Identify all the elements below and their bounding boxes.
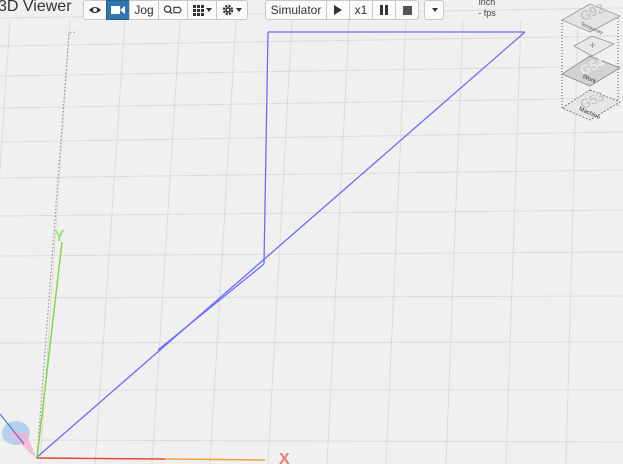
g92-layer[interactable]: G92 Temporary <box>561 0 621 36</box>
video-camera-icon <box>111 6 125 14</box>
stop-icon <box>402 5 412 15</box>
simulator-toolbar: Simulator x1 <box>265 0 419 20</box>
grid-icon <box>192 4 204 16</box>
viewport-3d[interactable]: Y X <box>0 0 623 464</box>
x-axis-tail <box>164 458 266 461</box>
units-label: inch <box>478 0 496 7</box>
fps-label: - fps <box>478 8 496 18</box>
viewer-title: 3D Viewer <box>0 0 72 15</box>
jog-button[interactable]: Jog <box>129 0 159 20</box>
g54-layer[interactable]: G54 Work <box>561 54 621 87</box>
settings-menu-button[interactable] <box>216 0 248 20</box>
tool-cone <box>0 413 36 458</box>
machine-limits-outline <box>36 31 77 459</box>
chevron-down-icon <box>236 8 242 12</box>
gear-icon <box>222 4 234 16</box>
grid <box>0 7 623 464</box>
chevron-down-icon <box>432 8 438 12</box>
g53-layer[interactable]: G53 Machine <box>561 88 621 121</box>
pause-icon <box>380 5 388 15</box>
status-readout: inch - fps <box>470 0 504 19</box>
stop-button[interactable] <box>395 0 419 20</box>
grid-menu-button[interactable] <box>187 0 217 20</box>
simulator-button[interactable]: Simulator <box>265 0 327 20</box>
play-icon <box>334 5 342 15</box>
view-visibility-button[interactable] <box>83 0 107 20</box>
view-toolbar: Jog <box>83 0 248 20</box>
probe-icon <box>163 5 182 15</box>
x-axis <box>36 457 166 460</box>
speed-button[interactable]: x1 <box>349 0 373 20</box>
pause-button[interactable] <box>372 0 396 20</box>
y-axis <box>36 241 63 459</box>
simulator-more-button[interactable] <box>424 0 444 20</box>
y-axis-label: Y <box>54 228 65 245</box>
offset-plus-label: + <box>589 38 596 52</box>
coordinate-system-stack: G92 Temporary + G54 Work G53 Machine <box>561 0 621 121</box>
x-axis-label: X <box>279 451 290 464</box>
play-button[interactable] <box>326 0 350 20</box>
camera-button[interactable] <box>106 0 130 20</box>
probe-button[interactable] <box>158 0 188 20</box>
chevron-down-icon <box>205 8 212 12</box>
eye-icon <box>89 7 101 13</box>
offset-plus-layer[interactable]: + <box>573 35 615 57</box>
